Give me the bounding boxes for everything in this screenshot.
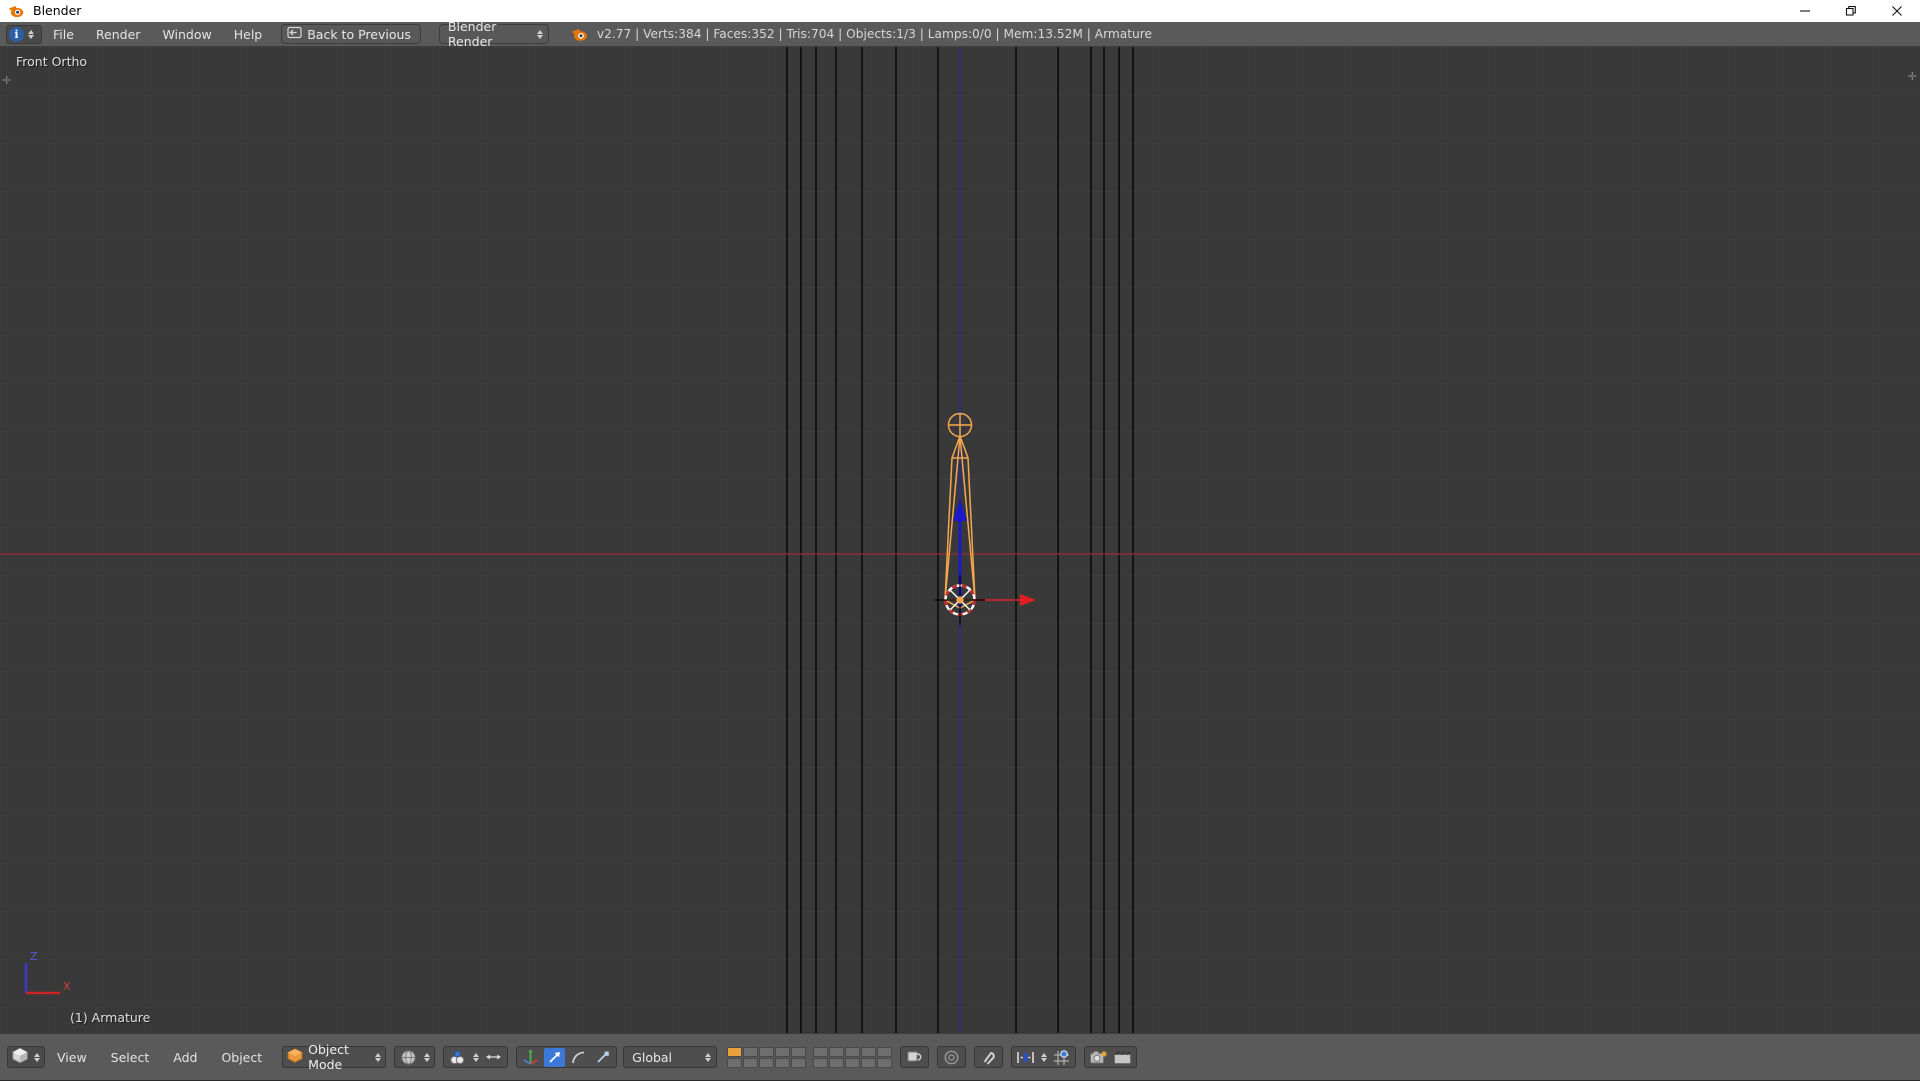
render-engine-label: Blender Render <box>447 19 497 49</box>
snap-element-icon[interactable] <box>1015 1048 1036 1067</box>
render-engine-selector[interactable]: Blender Render <box>438 19 549 49</box>
manipulate-center-points-icon[interactable] <box>483 1048 504 1067</box>
layer-cell[interactable] <box>877 1046 893 1057</box>
layer-cell[interactable] <box>791 1046 807 1057</box>
layer-cell[interactable] <box>727 1046 743 1057</box>
layer-cell[interactable] <box>829 1046 845 1057</box>
interaction-mode-selector[interactable]: Object Mode <box>282 1042 387 1072</box>
snap-element-selector[interactable] <box>1011 1046 1077 1068</box>
snap-toggle-button[interactable] <box>974 1046 1004 1068</box>
transform-orientation-selector[interactable]: Global <box>623 1046 718 1068</box>
layer-cell[interactable] <box>775 1046 791 1057</box>
layer-cell[interactable] <box>845 1046 861 1057</box>
axis-gizmo: Z X <box>24 950 71 995</box>
render-preview-button[interactable] <box>937 1046 967 1068</box>
shading-solid-icon[interactable] <box>398 1048 419 1067</box>
rotate-manipulator-icon[interactable] <box>568 1048 589 1067</box>
layer-cell[interactable] <box>861 1046 877 1057</box>
layer-cell[interactable] <box>813 1057 829 1068</box>
chevron-updown-icon <box>1039 1052 1048 1062</box>
maximize-button[interactable] <box>1828 0 1874 22</box>
snap-target-icon[interactable] <box>1051 1048 1072 1067</box>
layer-cell[interactable] <box>727 1057 743 1068</box>
opengl-render-image-icon[interactable] <box>1088 1048 1109 1067</box>
blender-logo-icon <box>571 26 588 43</box>
scale-manipulator-icon[interactable] <box>592 1048 613 1067</box>
chevron-updown-icon <box>422 1052 431 1062</box>
back-arrow-icon <box>287 26 302 42</box>
close-button[interactable] <box>1874 0 1920 22</box>
object-origin-dot <box>956 596 964 604</box>
scene-statistics-text: v2.77 | Verts:384 | Faces:352 | Tris:704… <box>596 27 1152 41</box>
viewport-split-handle-topright[interactable]: ✛ <box>1908 71 1917 82</box>
back-to-previous-button[interactable]: Back to Previous <box>281 24 421 44</box>
snap-magnet-icon[interactable] <box>978 1048 999 1067</box>
transform-orientation-label: Global <box>632 1049 673 1065</box>
layer-group-2[interactable] <box>813 1046 893 1068</box>
chevron-updown-icon <box>373 1052 382 1062</box>
viewport-grid <box>0 47 1920 1033</box>
opengl-render-buttons[interactable] <box>1084 1046 1138 1068</box>
layer-cell[interactable] <box>791 1057 807 1068</box>
viewport-split-handle-topleft[interactable]: ✛ <box>2 75 11 86</box>
object-mode-cube-icon <box>287 1048 303 1066</box>
scene-layers[interactable] <box>727 1046 893 1068</box>
axis-gizmo-x-label: X <box>63 980 71 993</box>
viewport-view-name: Front Ortho <box>16 54 88 69</box>
layer-cell[interactable] <box>743 1057 759 1068</box>
chevron-updown-icon <box>703 1052 712 1062</box>
viewport-active-object-name: (1) Armature <box>70 1010 151 1025</box>
render-preview-icon[interactable] <box>941 1048 962 1067</box>
layer-cell[interactable] <box>829 1057 845 1068</box>
lock-object-modes-icon[interactable] <box>904 1048 925 1067</box>
manipulator-toggle-icon[interactable] <box>520 1048 541 1067</box>
editor-type-selector-3dview[interactable] <box>7 1046 45 1068</box>
menu-select[interactable]: Select <box>99 1034 162 1081</box>
blender-logo-icon <box>5 0 27 22</box>
chevron-updown-icon <box>32 1052 41 1062</box>
window-titlebar: Blender <box>0 0 1920 22</box>
pivot-median-point-icon[interactable] <box>447 1048 468 1067</box>
menu-view[interactable]: View <box>45 1034 99 1081</box>
layer-cell[interactable] <box>759 1057 775 1068</box>
layer-cell[interactable] <box>861 1057 877 1068</box>
menu-render[interactable]: Render <box>85 22 152 47</box>
layer-cell[interactable] <box>877 1057 893 1068</box>
menu-add[interactable]: Add <box>161 1034 209 1081</box>
chevron-updown-icon <box>471 1052 480 1062</box>
layer-cell[interactable] <box>775 1057 791 1068</box>
blender-top-header: i File Render Window Help Back to Previo… <box>0 19 1920 49</box>
layer-cell[interactable] <box>845 1057 861 1068</box>
chevron-updown-icon <box>26 29 35 39</box>
window-title: Blender <box>33 3 82 18</box>
translate-manipulator-icon[interactable] <box>544 1047 566 1067</box>
menu-file[interactable]: File <box>42 22 85 47</box>
layer-cell[interactable] <box>743 1046 759 1057</box>
info-editor-icon: i <box>9 26 24 42</box>
3d-viewport[interactable]: Front Ortho (1) Armature ✛ ✛ Z X <box>0 47 1920 1033</box>
opengl-render-animation-icon[interactable] <box>1112 1048 1133 1067</box>
pivot-point-selector[interactable] <box>443 1046 509 1068</box>
menu-object[interactable]: Object <box>209 1034 274 1081</box>
editor-type-selector[interactable]: i <box>6 24 42 44</box>
layer-group-1[interactable] <box>727 1046 807 1068</box>
transform-manipulator-group[interactable] <box>516 1046 618 1068</box>
minimize-button[interactable] <box>1782 0 1828 22</box>
layer-cell[interactable] <box>759 1046 775 1057</box>
3d-view-editor-icon <box>11 1047 29 1068</box>
menu-window[interactable]: Window <box>151 22 222 47</box>
back-to-previous-label: Back to Previous <box>307 26 411 42</box>
interaction-mode-label: Object Mode <box>308 1042 349 1072</box>
menu-help[interactable]: Help <box>223 22 274 47</box>
lock-object-modes-button[interactable] <box>900 1046 930 1068</box>
axis-gizmo-z-label: Z <box>30 950 38 963</box>
viewport-shading-selector[interactable] <box>394 1046 436 1068</box>
viewport-bottom-header: View Select Add Object Object Mode Globa… <box>0 1033 1920 1080</box>
layer-cell[interactable] <box>813 1046 829 1057</box>
chevron-updown-icon <box>536 29 544 39</box>
